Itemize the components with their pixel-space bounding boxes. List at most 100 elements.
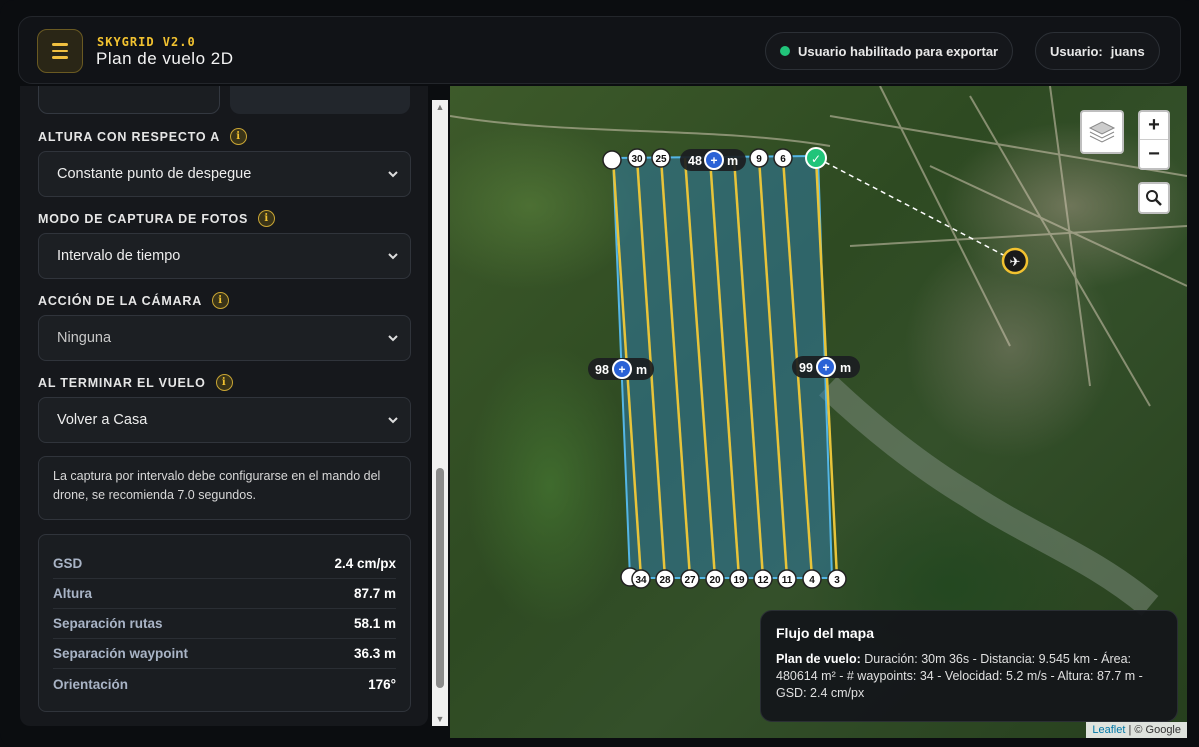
scrollbar-thumb[interactable] [436,468,444,688]
waypoint-number: 11 [782,575,793,586]
info-icon[interactable]: i [215,374,233,391]
edge-label-right[interactable]: 99 + m [792,356,860,378]
info-icon[interactable]: i [230,128,248,145]
label-text: MODO DE CAPTURA DE FOTOS [38,211,249,226]
field-label-end-action: AL TERMINAR EL VUELO i [38,374,233,391]
label-text: AL TERMINAR EL VUELO [38,375,206,390]
stat-row: Orientación 176° [53,669,396,699]
zoom-in-button[interactable]: + [1140,112,1168,141]
layers-icon [1088,121,1116,143]
map-flow-card: Flujo del mapa Plan de vuelo: Duración: … [760,610,1178,722]
scroll-down-icon[interactable]: ▼ [435,714,445,724]
waypoint-number: 27 [684,575,696,586]
layers-button[interactable] [1080,110,1124,154]
stat-key: Separación rutas [53,616,163,631]
edge-unit: m [840,361,851,375]
waypoint-marker[interactable]: 27 [680,569,700,589]
leaflet-link[interactable]: Leaflet [1092,724,1125,736]
info-icon[interactable]: i [258,210,276,227]
field-label-capture-mode: MODO DE CAPTURA DE FOTOS i [38,210,276,227]
edge-unit: m [636,363,647,377]
end-flight-select[interactable]: Volver a Casa [38,397,411,443]
edge-label-top[interactable]: 48 + m [680,149,746,171]
waypoint-number: 34 [635,575,647,586]
plus-icon: + [822,361,829,375]
stat-key: Altura [53,586,93,601]
chevron-down-icon [388,417,398,424]
stat-value: 2.4 cm/px [334,556,396,571]
scroll-up-icon[interactable]: ▲ [435,102,445,112]
waypoint-number: 3 [834,575,840,586]
waypoint-number: 25 [655,154,667,165]
zoom-out-button[interactable]: − [1140,140,1168,168]
flow-summary: Plan de vuelo: Duración: 30m 36s - Dista… [776,651,1162,702]
app-brand: SKYGRID V2.0 [97,35,196,49]
stat-value: 58.1 m [353,616,396,631]
select-value: Intervalo de tiempo [57,248,181,264]
stat-value: 87.7 m [353,586,396,601]
waypoint-marker[interactable]: 30 [627,148,647,168]
edge-unit: m [727,154,738,168]
waypoint-number: 30 [631,154,643,165]
home-plane-marker[interactable]: ✈ [1001,247,1029,275]
waypoint-marker[interactable]: 6 [773,148,793,168]
search-icon [1146,190,1162,206]
user-badge[interactable]: Usuario: juans [1035,32,1160,70]
waypoint-marker[interactable]: 3 [827,569,847,589]
select-value: Ninguna [57,330,112,346]
waypoint-marker[interactable]: 9 [749,148,769,168]
menu-button[interactable] [37,29,83,73]
hamburger-icon [52,56,68,59]
camera-action-select[interactable]: Ninguna [38,315,411,361]
waypoint-marker[interactable]: 20 [705,569,725,589]
return-path [816,157,1016,262]
waypoint-number: 9 [756,154,762,165]
user-name: juans [1110,43,1145,59]
waypoint-marker[interactable] [602,150,622,170]
stat-row: Separación waypoint 36.3 m [53,639,396,669]
waypoint-marker[interactable]: 25 [651,148,671,168]
tab-right[interactable] [230,86,410,114]
page-title: Plan de vuelo 2D [96,49,234,68]
waypoint-number: 28 [659,575,671,586]
capture-mode-select[interactable]: Intervalo de tiempo [38,233,411,279]
stat-value: 176° [368,676,396,692]
waypoint-marker[interactable]: 11 [777,569,797,589]
zoom-control: + − [1138,110,1170,170]
start-check-marker[interactable]: ✓ [805,147,827,169]
waypoint-number: 12 [757,575,769,586]
waypoint-marker[interactable]: 4 [802,569,822,589]
waypoint-number: 4 [809,575,815,586]
export-status-badge: Usuario habilitado para exportar [765,32,1014,70]
waypoint-marker[interactable]: 19 [729,569,749,589]
select-value: Constante punto de despegue [57,166,252,182]
chevron-down-icon [388,171,398,178]
map-search-button[interactable] [1138,182,1170,214]
stat-key: Orientación [53,676,129,692]
hamburger-icon [52,49,68,53]
plus-icon: + [618,363,625,377]
panel-tabs [20,86,428,116]
stat-value: 36.3 m [353,646,396,661]
export-status-text: Usuario habilitado para exportar [798,43,999,59]
waypoint-number: 20 [709,575,721,586]
waypoint-marker[interactable]: 28 [655,569,675,589]
status-dot-icon [780,46,790,56]
altitude-reference-select[interactable]: Constante punto de despegue [38,151,411,197]
edge-value: 98 [595,363,609,377]
waypoint-marker[interactable]: 34 [631,569,651,589]
info-icon[interactable]: i [212,292,230,309]
edge-label-left[interactable]: 98 + m [588,358,654,380]
stat-key: GSD [53,556,83,571]
tab-left[interactable] [38,86,220,114]
field-label-altitude: ALTURA CON RESPECTO A i [38,128,248,145]
flow-plan-label: Plan de vuelo: [776,652,861,666]
label-text: ACCIÓN DE LA CÁMARA [38,293,203,308]
top-header: SKYGRID V2.0 Plan de vuelo 2D Usuario ha… [18,16,1181,84]
settings-panel: ALTURA CON RESPECTO A i Constante punto d… [20,86,428,726]
edge-value: 99 [799,361,813,375]
panel-scrollbar[interactable]: ▲ ▼ [432,100,448,726]
waypoint-number: 6 [780,154,786,165]
waypoint-marker[interactable]: 12 [753,569,773,589]
flight-stats-card: GSD 2.4 cm/px Altura 87.7 m Separación rut… [38,534,411,712]
